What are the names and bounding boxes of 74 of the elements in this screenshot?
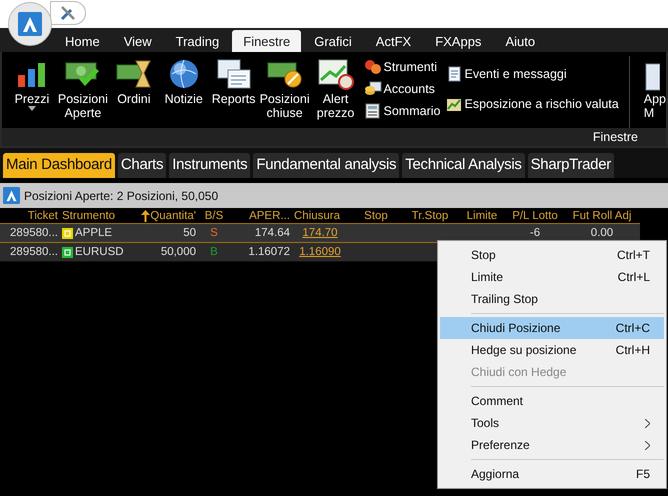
ribbon-button[interactable]: Esposizione a rischio valuta (446, 96, 619, 112)
panel-title: Posizioni Aperte: 2 Posizioni, 50,050 (24, 188, 218, 202)
menu-item[interactable]: Trailing Stop (440, 288, 664, 310)
ribbon-button[interactable]: Ordini (110, 56, 158, 128)
document-tab[interactable]: Charts (118, 153, 166, 178)
ribbon-button[interactable]: Eventi e messaggi (446, 66, 619, 82)
ribbon-button[interactable]: Alert prezzo (312, 56, 360, 128)
shortcut-label: F5 (636, 467, 650, 481)
menu-item[interactable]: Limite Ctrl+L (440, 266, 664, 288)
table-row[interactable]: 289580... APPLE 50 S 174.64 174.70 -6 0.00 (0, 224, 640, 243)
menu-tab[interactable]: Finestre (232, 30, 302, 52)
menu-item[interactable]: Preferenze (440, 434, 664, 456)
menu-tab[interactable]: FXApps (424, 30, 492, 52)
documents-icon (216, 58, 252, 90)
table-cell-text: 1.16090 (298, 245, 342, 260)
ribbon-button[interactable]: Posizioni Aperte (58, 56, 108, 128)
menu-tab[interactable]: Home (54, 30, 111, 52)
table-cell-text: -6 (528, 226, 542, 241)
chevron-icon (645, 418, 650, 428)
tools-button[interactable] (50, 1, 86, 25)
document-tab[interactable]: Instruments (169, 153, 250, 178)
ribbon-button[interactable]: Strumenti (364, 59, 440, 75)
menu-tab[interactable]: Trading (164, 30, 230, 52)
shortcut-label: Ctrl+C (616, 321, 650, 335)
ribbon-button[interactable]: Sommario (364, 103, 440, 119)
table-cell: APPLE (58, 224, 130, 242)
document-icon (446, 66, 462, 82)
table-cell-text: 50,000 (160, 245, 196, 260)
app-logo[interactable] (8, 2, 52, 46)
table-cell-text: 289580... (9, 226, 58, 241)
table-cell-text: B (209, 245, 219, 260)
table-cell-text: 174.64 (254, 226, 290, 241)
menu-tab[interactable]: Grafici (303, 30, 363, 52)
coins-card-icon (364, 81, 382, 97)
menu-tab[interactable]: ActFX (364, 30, 422, 52)
currency-icon (364, 59, 382, 75)
document-tab[interactable]: Main Dashboard (3, 153, 115, 178)
calculator-icon (364, 103, 382, 119)
group-label: Finestre (592, 130, 638, 144)
document-tab[interactable]: Fundamental analysis (253, 153, 400, 178)
ribbon-button[interactable]: Prezzi (8, 56, 56, 128)
menu-item[interactable]: Hedge su posizione Ctrl+H (440, 339, 664, 361)
table-cell-text: 174.70 (301, 226, 339, 241)
window-icon (644, 62, 660, 92)
menu-item[interactable]: Tools (440, 412, 664, 434)
menu-item[interactable]: Chiudi Posizione Ctrl+C (440, 317, 664, 339)
ribbon-button[interactable]: Reports (210, 56, 258, 128)
sort-arrow-icon (141, 210, 150, 222)
ribbon-button[interactable]: Accounts (364, 81, 440, 97)
table-cell: EURUSD (58, 243, 130, 261)
document-tab[interactable]: SharpTrader (528, 153, 614, 178)
table-cell-text: S (209, 226, 219, 241)
shortcut-label: Ctrl+H (616, 343, 650, 357)
shortcut-label: Ctrl+L (618, 270, 650, 284)
menu-item[interactable]: Comment (440, 390, 664, 412)
ribbon-button[interactable]: App M (644, 92, 666, 120)
menu-tab[interactable]: Aiuto (494, 30, 546, 52)
logo-icon (18, 12, 42, 36)
banknote-hourglass-icon (116, 59, 152, 89)
table-cell-text: 289580... (9, 245, 58, 260)
chevron-icon (645, 440, 650, 450)
wrench-screwdriver-icon (59, 4, 77, 22)
document-tab[interactable]: Technical Analysis (402, 153, 525, 178)
globe-icon (168, 58, 200, 90)
logo-icon (3, 187, 20, 204)
table-cell-text: 0.00 (590, 226, 614, 241)
menu-tab[interactable]: View (112, 30, 163, 52)
chart-icon (446, 96, 462, 112)
table-cell-text: 1.16072 (247, 245, 290, 260)
ribbon-button[interactable]: Posizioni chiuse (260, 56, 310, 128)
menu-item[interactable]: Aggiorna F5 (440, 463, 664, 485)
ribbon-button[interactable]: Notizie (160, 56, 208, 128)
table-cell-text: 50 (182, 226, 196, 241)
chart-alarm-icon (318, 58, 354, 90)
